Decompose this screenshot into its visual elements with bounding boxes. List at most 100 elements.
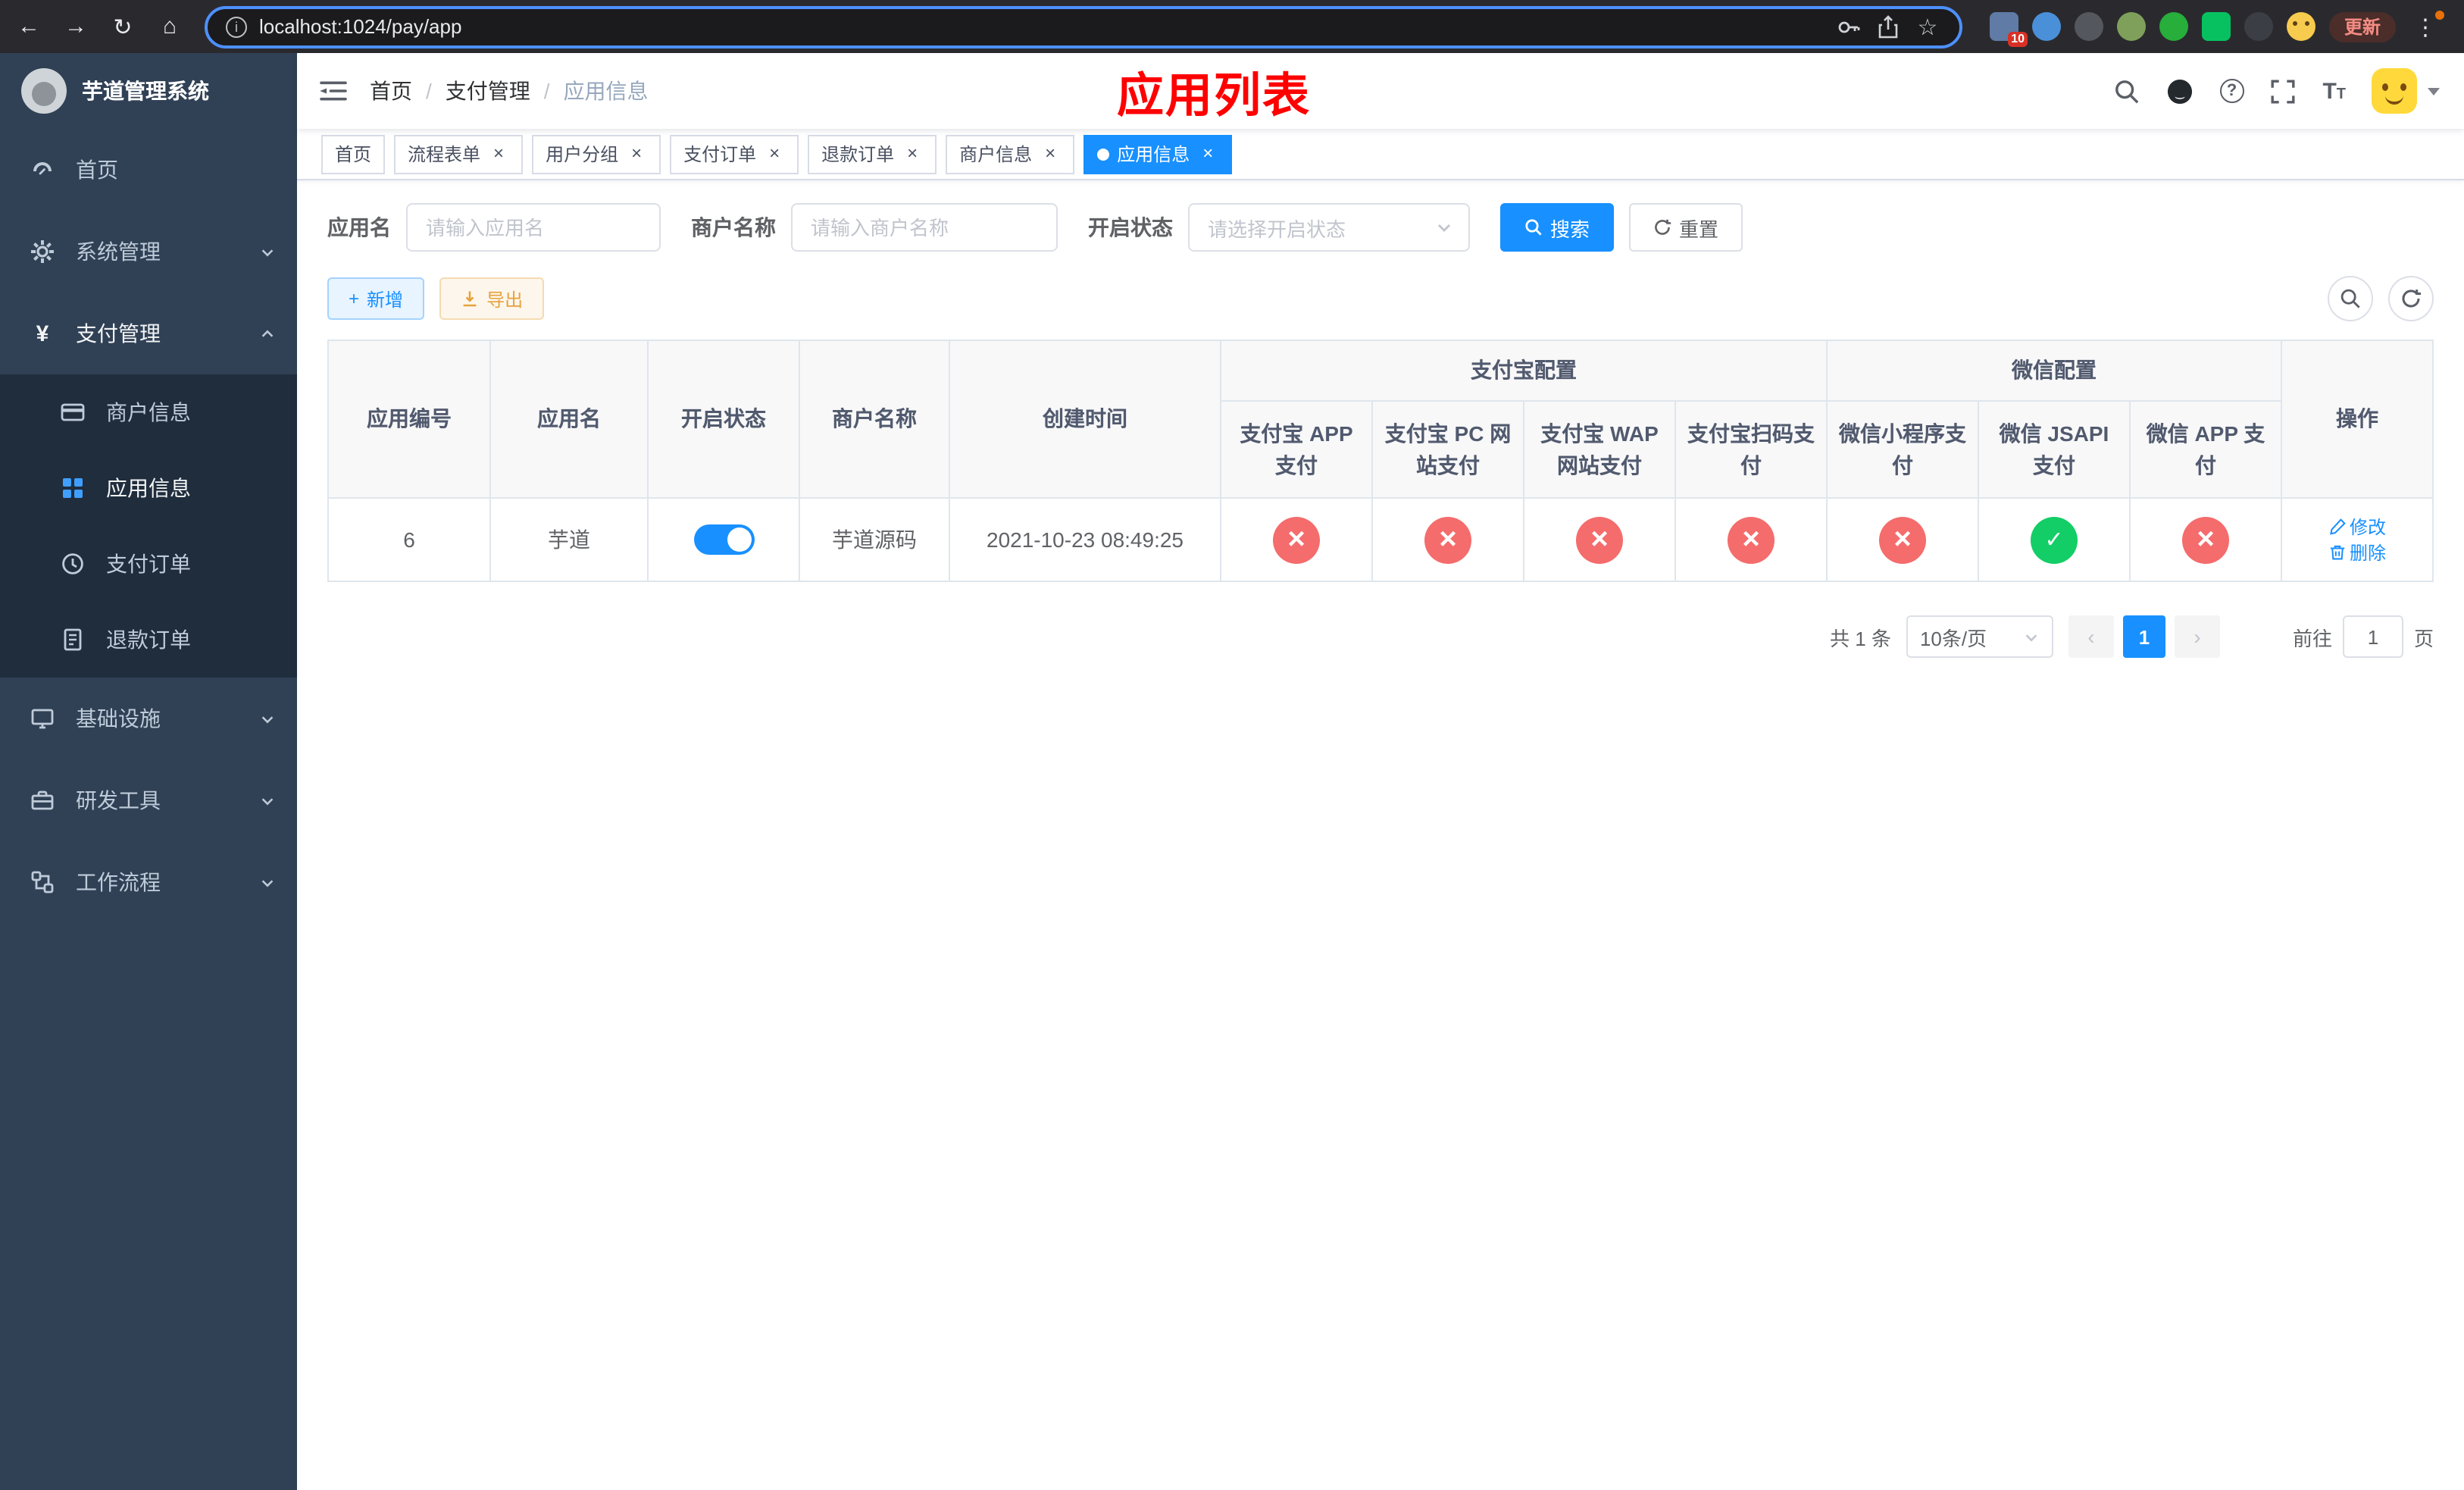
add-button[interactable]: + 新增	[327, 277, 425, 320]
tab-close-icon[interactable]: ×	[902, 143, 923, 164]
tab-refund-order[interactable]: 退款订单 ×	[808, 134, 937, 174]
tab-close-icon[interactable]: ×	[626, 143, 647, 164]
col-app-name: 应用名	[489, 340, 649, 499]
forward-icon[interactable]: →	[62, 13, 89, 40]
tabs-bar: 首页 流程表单 × 用户分组 × 支付订单 × 退款订单 × 商户信息 × 应用信息 ×	[297, 129, 2464, 180]
merchant-name-input[interactable]	[791, 203, 1058, 252]
current-page-button[interactable]: 1	[2122, 615, 2165, 658]
col-wx-mini: 微信小程序支付	[1826, 400, 1979, 499]
toggle-search-icon[interactable]	[2328, 276, 2373, 321]
page-size-value: 10条/页	[1919, 627, 1987, 650]
home-icon[interactable]: ⌂	[156, 13, 183, 40]
reset-button-label: 重置	[1679, 218, 1719, 240]
extension-icon-green-check[interactable]	[2159, 12, 2188, 41]
fullscreen-icon[interactable]	[2269, 77, 2297, 105]
extension-badge: 10	[2008, 32, 2028, 47]
tab-label: 流程表单	[408, 144, 481, 165]
bookmark-star-icon[interactable]: ☆	[1914, 13, 1941, 40]
tab-process-form[interactable]: 流程表单 ×	[394, 134, 524, 174]
app-table: 应用编号 应用名 开启状态 商户名称 创建时间 支付宝配置 微信配置 操作 支付…	[327, 340, 2434, 582]
page-size-select[interactable]: 10条/页	[1906, 615, 2053, 658]
tab-label: 应用信息	[1117, 144, 1190, 165]
tab-close-icon[interactable]: ×	[1040, 143, 1061, 164]
profile-avatar-icon[interactable]	[2287, 12, 2315, 41]
sidebar-toggle-icon[interactable]	[297, 79, 370, 103]
extension-icon-grid[interactable]: 10	[1990, 12, 2028, 47]
goto-page: 前往 页	[2293, 615, 2434, 658]
tab-app-info[interactable]: 应用信息 ×	[1083, 134, 1233, 174]
password-key-icon[interactable]	[1835, 13, 1862, 40]
sidebar-item-refund-order[interactable]: 退款订单	[0, 602, 297, 678]
tab-label: 退款订单	[821, 144, 895, 165]
reset-button[interactable]: 重置	[1629, 203, 1743, 252]
sidebar-item-workflow[interactable]: 工作流程	[0, 841, 297, 923]
back-icon[interactable]: ←	[15, 13, 42, 40]
add-button-label: 新增	[367, 289, 404, 310]
sidebar-item-infra[interactable]: 基础设施	[0, 678, 297, 759]
sidebar-item-merchant-info[interactable]: 商户信息	[0, 374, 297, 450]
extension-icon-dark-circle[interactable]	[2075, 12, 2103, 41]
font-size-icon[interactable]: TT	[2322, 80, 2346, 102]
goto-label: 前往	[2292, 627, 2332, 650]
sidebar-item-system[interactable]: 系统管理	[0, 211, 297, 293]
edit-link[interactable]: 修改	[2328, 514, 2386, 540]
app-name-input[interactable]	[406, 203, 661, 252]
prev-page-button[interactable]: ‹	[2068, 615, 2114, 658]
goto-page-input[interactable]	[2342, 615, 2403, 658]
search-button[interactable]: 搜索	[1500, 203, 1615, 252]
goto-unit: 页	[2413, 627, 2434, 650]
delete-link[interactable]: 删除	[2328, 540, 2386, 565]
sidebar-item-label: 支付订单	[106, 552, 191, 576]
cell-status	[647, 497, 800, 582]
sidebar-item-label: 工作流程	[76, 870, 161, 894]
sidebar-item-pay-order[interactable]: 支付订单	[0, 526, 297, 602]
user-avatar-menu[interactable]	[2372, 68, 2440, 114]
col-app-id: 应用编号	[327, 340, 491, 499]
col-wx-app: 微信 APP 支付	[2128, 400, 2283, 499]
tab-merchant-info[interactable]: 商户信息 ×	[946, 134, 1075, 174]
sidebar-item-label: 研发工具	[76, 788, 161, 812]
extension-icon-puzzle[interactable]	[2244, 12, 2273, 41]
tab-home[interactable]: 首页	[321, 134, 386, 174]
browser-menu-icon[interactable]: ⋮	[2409, 10, 2445, 40]
chevron-down-icon	[2025, 634, 2037, 641]
sidebar-menu: 首页 系统管理 ¥ 支付管理 商户信息 应用信息 支付订单 退款订单 基础设施 …	[0, 129, 297, 923]
address-bar[interactable]: i localhost:1024/pay/app ☆	[205, 5, 1962, 48]
reload-icon[interactable]: ↻	[109, 13, 136, 40]
github-icon[interactable]	[2166, 77, 2194, 105]
sidebar-item-payment[interactable]: ¥ 支付管理	[0, 293, 297, 374]
sidebar-item-app-info[interactable]: 应用信息	[0, 450, 297, 526]
status-select[interactable]: 请选择开启状态	[1188, 203, 1470, 252]
next-page-button[interactable]: ›	[2174, 615, 2220, 658]
status-toggle[interactable]	[693, 524, 754, 555]
cell-actions: 修改 删除	[2281, 497, 2434, 582]
sidebar-item-home[interactable]: 首页	[0, 129, 297, 211]
tab-pay-order[interactable]: 支付订单 ×	[670, 134, 799, 174]
extension-icon-wechat[interactable]	[2202, 12, 2231, 41]
browser-update-button[interactable]: 更新	[2329, 11, 2397, 42]
extension-icon-avatar[interactable]	[2117, 12, 2146, 41]
sidebar-logo[interactable]: 芋道管理系统	[0, 53, 297, 129]
tab-label: 首页	[335, 144, 372, 165]
help-icon[interactable]: ?	[2219, 79, 2244, 103]
extension-icon-droplet[interactable]	[2032, 12, 2061, 41]
breadcrumb-home[interactable]: 首页	[370, 76, 412, 106]
tab-user-group[interactable]: 用户分组 ×	[532, 134, 661, 174]
pencil-icon	[2329, 518, 2345, 535]
export-button[interactable]: 导出	[439, 277, 545, 320]
search-icon[interactable]	[2113, 77, 2140, 105]
cell-created: 2021-10-23 08:49:25	[949, 497, 1221, 582]
breadcrumb-separator: /	[543, 79, 550, 103]
tab-close-icon[interactable]: ×	[488, 143, 509, 164]
share-icon[interactable]	[1875, 13, 1902, 40]
site-info-icon[interactable]: i	[226, 16, 247, 37]
tab-close-icon[interactable]: ×	[1197, 143, 1218, 164]
payment-submenu: 商户信息 应用信息 支付订单 退款订单	[0, 374, 297, 678]
tab-close-icon[interactable]: ×	[764, 143, 785, 164]
col-alipay-qr: 支付宝扫码支付	[1674, 400, 1828, 499]
chevron-up-icon	[261, 329, 274, 337]
sidebar-item-dev-tools[interactable]: 研发工具	[0, 759, 297, 841]
filter-form: 应用名 商户名称 开启状态 请选择开启状态	[327, 203, 2434, 252]
refresh-table-icon[interactable]	[2388, 276, 2434, 321]
sidebar-item-label: 退款订单	[106, 628, 191, 652]
